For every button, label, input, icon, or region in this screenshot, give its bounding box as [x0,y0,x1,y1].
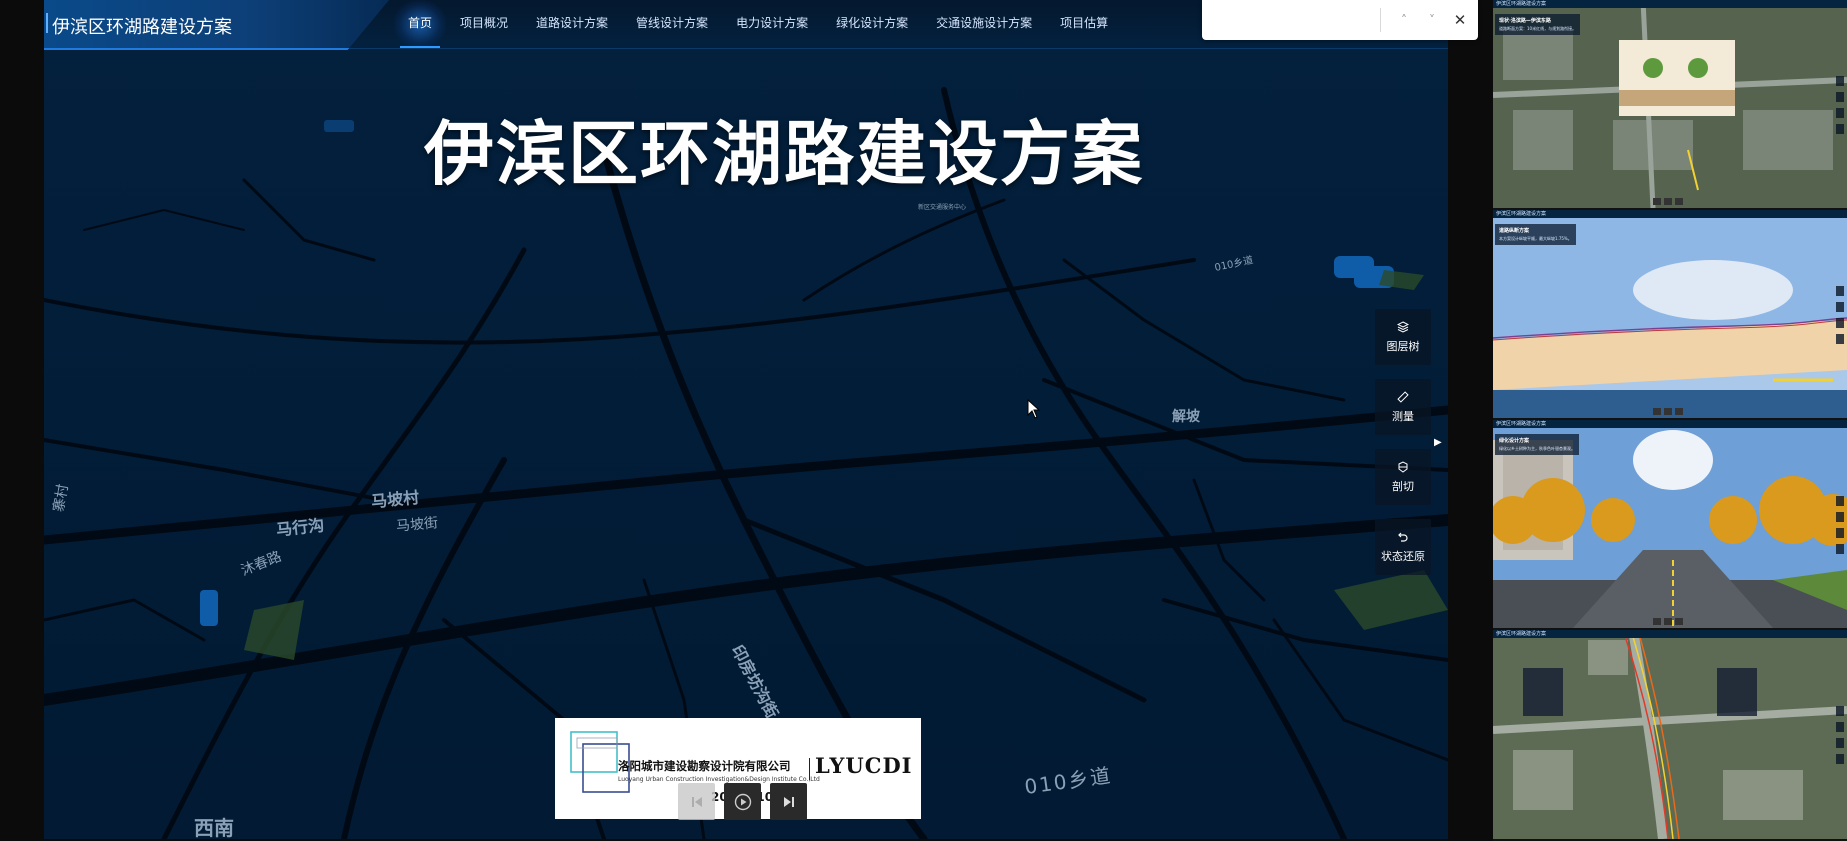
ruler-icon [1397,390,1409,403]
panel-collapse-arrow-icon[interactable]: ▶ [1434,437,1446,449]
section-cut-button[interactable]: 剖切 [1375,449,1431,505]
mouse-cursor-icon [1027,399,1041,419]
thumbnail-2-topbar: 伊滨区环湖路建设方案 [1493,210,1847,218]
nav-home[interactable]: 首页 [394,0,447,48]
measure-button[interactable]: 测量 [1375,379,1431,435]
nav-power-design[interactable]: 电力设计方案 [722,0,822,48]
find-in-page-bar: ˄ ˅ ✕ [1202,0,1478,40]
thumbnail-4-title: 伊滨区环湖路建设方案 [1496,631,1547,637]
main-nav: 首页 项目概况 道路设计方案 管线设计方案 电力设计方案 绿化设计方案 交通设施… [394,0,1122,48]
play-button[interactable] [724,783,761,820]
slide-thumbnail-strip: 伊滨区环湖路建设方案 现状·洛滨路—伊滨东路 道路断面方案：10米红线，与规划路… [1493,0,1847,841]
nav-project-overview[interactable]: 项目概况 [446,0,522,48]
map-label-xinan: 西南 [194,816,234,839]
map-label-mapocun: 马坡村 [370,487,420,512]
nav-pipeline-design[interactable]: 管线设计方案 [622,0,722,48]
tool-panel: 图层树 测量 剖切 状态还原 [1375,309,1431,575]
map-label-jiaotong: 新区交通服务中心 [918,204,967,211]
org-name-en: Luoyang Urban Construction Investigation… [618,776,820,783]
thumbnail-2-tools [1836,286,1844,344]
nav-traffic-facility-design[interactable]: 交通设施设计方案 [922,0,1046,48]
thumbnail-2-panel-text: 本方案设计纵坡平顺，最大纵坡1.75%。 [1499,236,1572,241]
thumbnail-4-topbar: 伊滨区环湖路建设方案 [1493,630,1847,638]
thumbnail-1-tools [1836,76,1844,134]
map-application: 马坡村 马行沟 马坡街 沐春路 印房坊沟街 解坡 010乡道 010乡道 西南 … [44,0,1448,839]
thumbnail-1[interactable]: 伊滨区环湖路建设方案 现状·洛滨路—伊滨东路 道路断面方案：10米红线，与规划路… [1493,0,1847,210]
layer-tree-button[interactable]: 图层树 [1375,309,1431,365]
thumbnail-3-controls [1653,618,1683,625]
find-input[interactable] [1212,7,1376,33]
thumbnail-3-tools [1836,496,1844,554]
reset-state-button[interactable]: 状态还原 [1375,519,1431,575]
reset-state-label: 状态还原 [1381,549,1425,563]
org-abbreviation: LYUCDI [815,753,913,778]
find-next-button[interactable]: ˅ [1422,10,1442,30]
thumbnail-2-info-panel: 道路纵断方案 本方案设计纵坡平顺，最大纵坡1.75%。 [1495,224,1576,245]
map-label-mapojie: 马坡街 [395,515,439,535]
thumbnail-4-aerial-pipeline-view [1493,630,1847,839]
thumbnail-3-panel-text: 绿化以乡土树种为主，秋季色叶银杏景观。 [1499,446,1575,451]
org-name-cn: 洛阳城市建设勘察设计院有限公司 [618,759,791,773]
thumbnail-2-panel-title: 道路纵断方案 [1499,228,1530,234]
thumbnail-2-title: 伊滨区环湖路建设方案 [1496,211,1547,217]
layers-icon [1397,320,1409,333]
thumbnail-1-info-panel: 现状·洛滨路—伊滨东路 道路断面方案：10米红线，与规划路衔接。 [1495,14,1581,35]
logo-divider [809,758,810,780]
brand-area: 伊滨区环湖路建设方案 [44,0,389,50]
previous-step-button[interactable] [678,783,715,820]
thumbnail-4-tools [1836,706,1844,764]
thumbnail-3[interactable]: 伊滨区环湖路建设方案 绿化设计方案 绿化以乡土树种为主，秋季色叶银杏景观。 [1493,420,1847,630]
nav-greening-design[interactable]: 绿化设计方案 [822,0,922,48]
nav-project-estimate[interactable]: 项目估算 [1046,0,1122,48]
cut-icon [1398,460,1408,473]
thumbnail-2-controls [1653,408,1683,415]
map-label-jiepo: 解坡 [1172,409,1200,425]
layer-tree-label: 图层树 [1386,339,1420,353]
undo-icon [1398,532,1408,542]
find-separator [1380,8,1381,32]
play-circle-icon [734,793,751,810]
measure-label: 测量 [1392,409,1414,423]
thumbnail-1-panel-title: 现状·洛滨路—伊滨东路 [1499,18,1551,24]
section-cut-label: 剖切 [1392,479,1414,493]
skip-next-icon [783,796,794,807]
find-previous-button[interactable]: ˄ [1394,10,1414,30]
thumbnail-4[interactable]: 伊滨区环湖路建设方案 [1493,630,1847,841]
skip-previous-icon [691,796,702,807]
thumbnail-3-info-panel: 绿化设计方案 绿化以乡土树种为主，秋季色叶银杏景观。 [1495,434,1579,455]
thumbnail-2[interactable]: 伊滨区环湖路建设方案 道路纵断方案 本方案设计纵坡平顺，最大纵坡1.75%。 [1493,210,1847,420]
thumbnail-3-panel-title: 绿化设计方案 [1499,438,1530,444]
app-title: 伊滨区环湖路建设方案 [46,13,232,39]
page-hero-title: 伊滨区环湖路建设方案 [424,113,1144,195]
map-label-maxinggou: 马行沟 [275,515,326,540]
thumbnail-1-title: 伊滨区环湖路建设方案 [1496,1,1547,7]
nav-road-design[interactable]: 道路设计方案 [522,0,622,48]
thumbnail-3-topbar: 伊滨区环湖路建设方案 [1493,420,1847,428]
find-close-button[interactable]: ✕ [1450,10,1470,30]
thumbnail-1-panel-text: 道路断面方案：10米红线，与规划路衔接。 [1499,26,1577,31]
thumbnail-3-title: 伊滨区环湖路建设方案 [1496,421,1547,427]
thumbnail-1-controls [1653,198,1683,205]
next-step-button[interactable] [770,783,807,820]
thumbnail-1-topbar: 伊滨区环湖路建设方案 [1493,0,1847,8]
tour-player-controls [678,783,807,820]
